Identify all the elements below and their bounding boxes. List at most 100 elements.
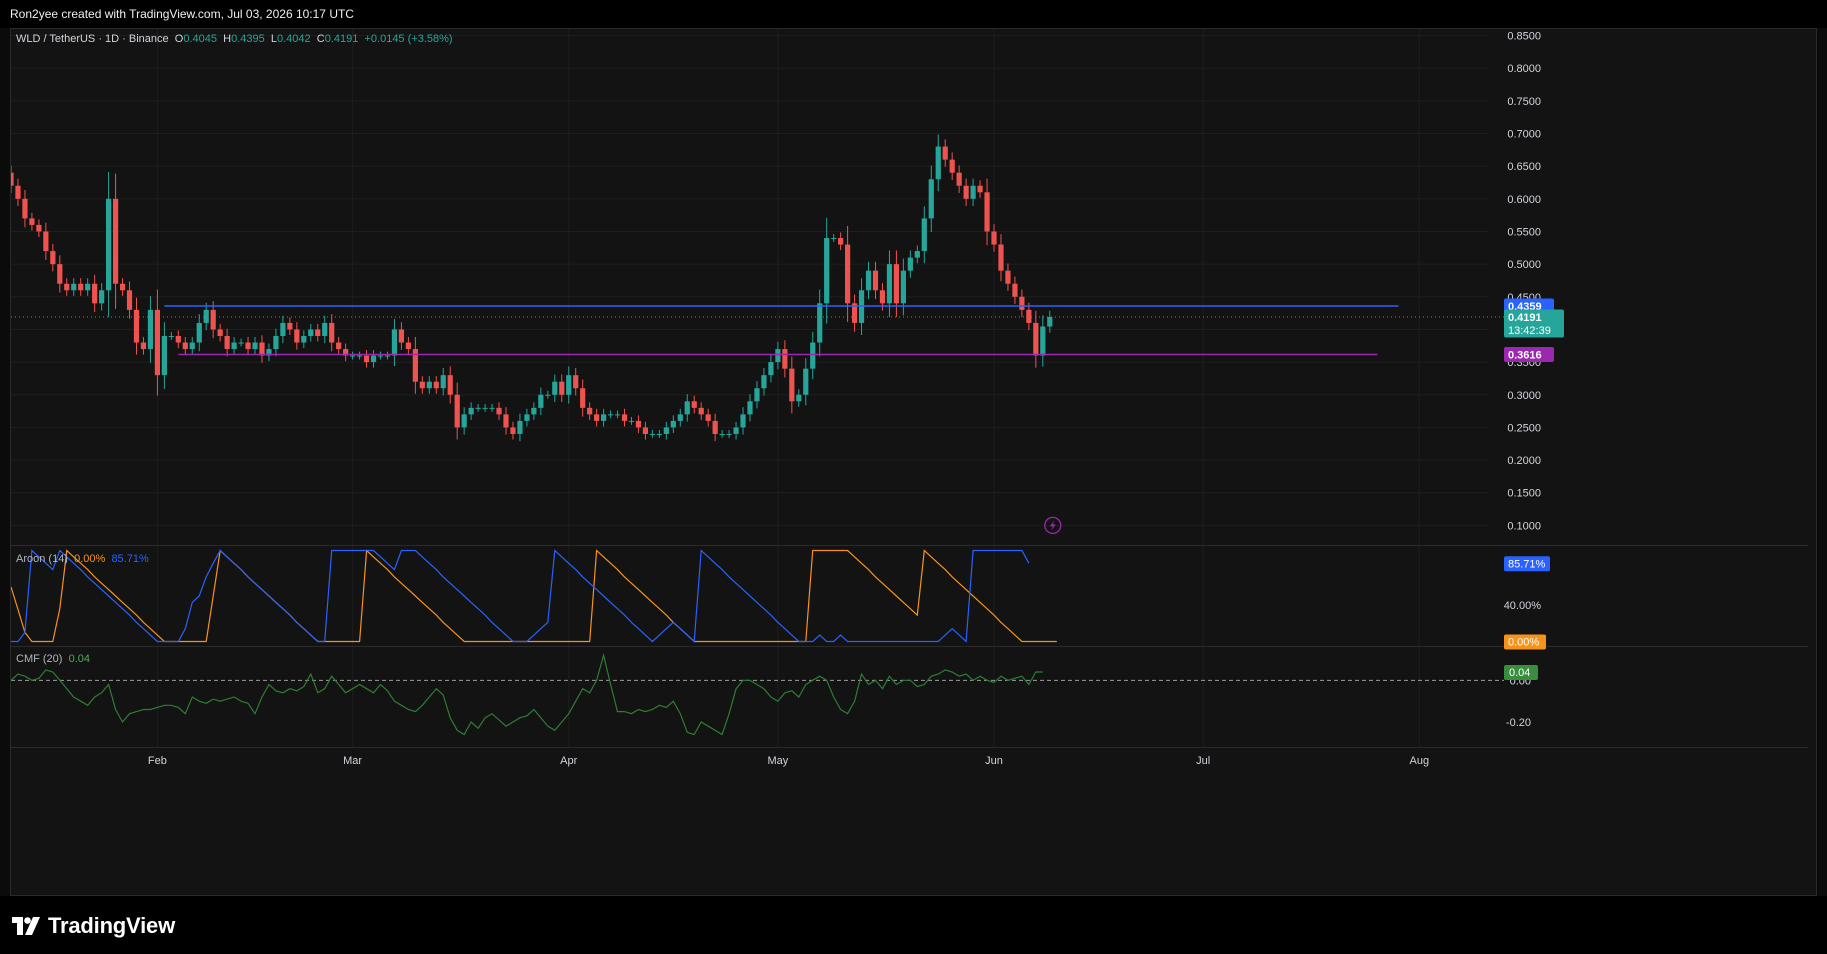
candle-body <box>168 335 174 337</box>
candle-body <box>893 264 900 304</box>
chart-frame[interactable]: 0.8500 0.8000 0.7500 0.7000 0.6500 0.6000 0.55… <box>10 28 1817 896</box>
candle-body <box>92 283 98 304</box>
candle-body <box>489 407 495 409</box>
candle-body <box>126 290 133 310</box>
time-axis-label: May <box>767 755 788 767</box>
close-value: 0.4191 <box>324 33 359 45</box>
candle-body <box>538 394 544 408</box>
cmf-axis-label: -0.20 <box>1506 717 1531 729</box>
candle-body <box>998 244 1004 271</box>
candle-body <box>280 322 286 336</box>
candle-body <box>203 309 209 323</box>
candle-body <box>942 146 948 160</box>
current-price-countdown: 13:42:39 <box>1508 325 1551 337</box>
candle-body <box>810 342 816 369</box>
candle-body <box>517 420 523 434</box>
candle-body <box>691 401 697 408</box>
candle-body <box>726 433 732 435</box>
aroon-down-value: 85.71% <box>111 553 149 565</box>
aroon-name: Aroon (14) <box>16 553 68 565</box>
candle-body <box>1033 322 1039 356</box>
candle-body <box>245 342 251 350</box>
tradingview-logo[interactable]: TradingView <box>12 913 175 939</box>
candle-body <box>99 290 105 304</box>
lightning-glyph <box>1049 520 1056 531</box>
price-axis-label: 0.2500 <box>1507 422 1541 434</box>
candle-body <box>36 224 42 232</box>
candle-body <box>552 381 558 395</box>
candle-body <box>1026 309 1032 323</box>
candle-body <box>78 283 84 291</box>
candle-body <box>147 309 154 350</box>
aroon-down-tag-text: 85.71% <box>1508 558 1546 570</box>
candle-body <box>224 335 230 350</box>
candle-body <box>363 355 370 363</box>
close-label: C <box>316 33 325 45</box>
candle-body <box>573 375 579 389</box>
candle-body <box>440 375 446 389</box>
candle-body <box>475 407 481 409</box>
candle-body <box>768 362 774 376</box>
candle-body <box>559 381 565 395</box>
price-axis-label: 0.8500 <box>1507 31 1541 43</box>
high-value: 0.4395 <box>231 33 265 45</box>
candle-body <box>308 329 314 336</box>
candle-body <box>238 342 244 344</box>
current-price-tag-text: 0.4191 <box>1508 312 1542 324</box>
candle-body <box>642 427 649 434</box>
candle-body <box>377 355 384 357</box>
candle-body <box>817 303 823 343</box>
candle-body <box>1012 283 1018 297</box>
candle-body <box>900 270 906 304</box>
aroon-up-value: 0.00% <box>74 553 106 565</box>
cmf-tag-text: 0.04 <box>1509 667 1530 679</box>
candle-body <box>677 414 683 421</box>
candle-body <box>22 198 28 219</box>
candle-body <box>670 420 676 428</box>
candle-body <box>865 270 872 291</box>
candle-body <box>635 420 642 428</box>
candle-body <box>350 355 356 357</box>
candle-body <box>705 414 711 421</box>
candle-body <box>29 218 35 225</box>
tradingview-logo-icon <box>12 917 40 935</box>
candle-body <box>336 342 342 350</box>
candle-body <box>663 427 669 434</box>
candle-body <box>719 433 725 435</box>
candle-body <box>447 375 453 395</box>
candle-body <box>886 264 893 304</box>
open-value: 0.4045 <box>183 33 217 45</box>
candle-body <box>1047 316 1053 327</box>
candle-body <box>64 283 70 291</box>
candle-body <box>398 329 405 343</box>
candle-body <box>106 198 112 291</box>
chart-svg[interactable]: 0.8500 0.8000 0.7500 0.7000 0.6500 0.6000 0.55… <box>11 29 1818 897</box>
time-axis-label: Jul <box>1196 755 1210 767</box>
price-axis-label: 0.6000 <box>1507 194 1541 206</box>
candle-body <box>468 407 474 415</box>
change-value: +0.0145 (+3.58%) <box>364 33 453 45</box>
chart-credit: Ron2yee created with TradingView.com, Ju… <box>10 7 354 21</box>
cmf-line <box>11 652 1043 736</box>
candle-body <box>161 335 167 376</box>
candle-body <box>433 381 439 389</box>
price-axis-label: 0.7000 <box>1507 129 1541 141</box>
candle-body <box>872 270 879 291</box>
brand-name: TradingView <box>48 913 175 938</box>
candle-body <box>482 407 488 409</box>
candle-body <box>914 251 920 258</box>
time-axis-label: Apr <box>560 755 577 767</box>
candle-body <box>384 355 391 357</box>
candle-body <box>15 185 21 199</box>
price-axis-label: 0.5000 <box>1507 259 1541 271</box>
footer <box>0 896 1827 954</box>
candle-body <box>740 414 746 428</box>
price-axis-label: 0.1000 <box>1507 520 1541 532</box>
candle-body <box>580 388 586 408</box>
candle-body <box>545 394 551 396</box>
candle-body <box>294 329 300 343</box>
candle-body <box>189 342 195 350</box>
candle-body <box>322 322 328 336</box>
high-label: H <box>223 33 232 45</box>
candle-body <box>154 309 161 376</box>
